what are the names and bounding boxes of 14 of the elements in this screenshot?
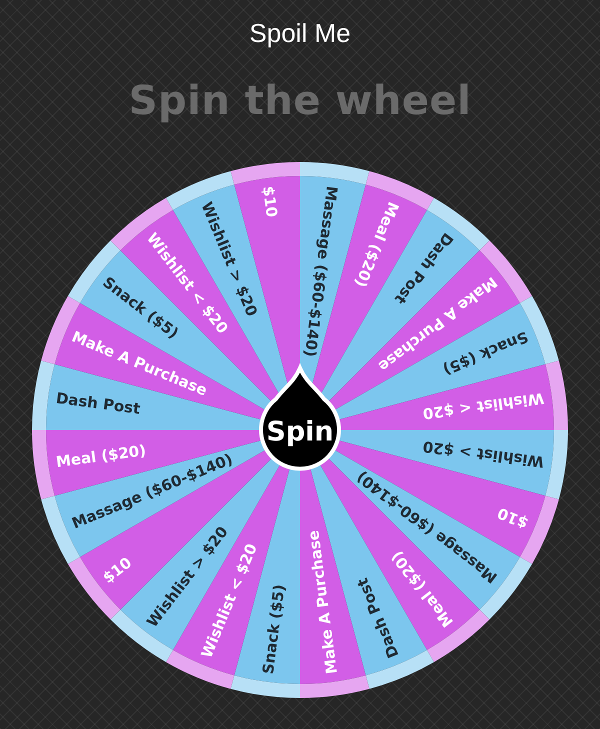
page-title: Spoil Me bbox=[249, 17, 351, 49]
segment-label: $10 bbox=[494, 504, 531, 532]
wheel-heading: Spin the wheel bbox=[128, 77, 472, 125]
segment-label: Dash Post bbox=[353, 575, 402, 661]
segment-label: Wishlist < $20 bbox=[422, 388, 546, 423]
segment-label: Dash Post bbox=[54, 388, 142, 418]
segment-label: Snack ($5) bbox=[258, 583, 289, 676]
segment-label: Make A Purchase bbox=[304, 529, 342, 676]
spin-button[interactable]: Spin bbox=[259, 366, 341, 471]
segment-label: $10 bbox=[258, 184, 281, 218]
segment-label: Meal ($20) bbox=[54, 441, 148, 472]
segment-label: $10 bbox=[99, 554, 136, 587]
segment-label: Wishlist > $20 bbox=[422, 437, 546, 472]
segment-label: Massage ($60-$140) bbox=[300, 184, 342, 358]
